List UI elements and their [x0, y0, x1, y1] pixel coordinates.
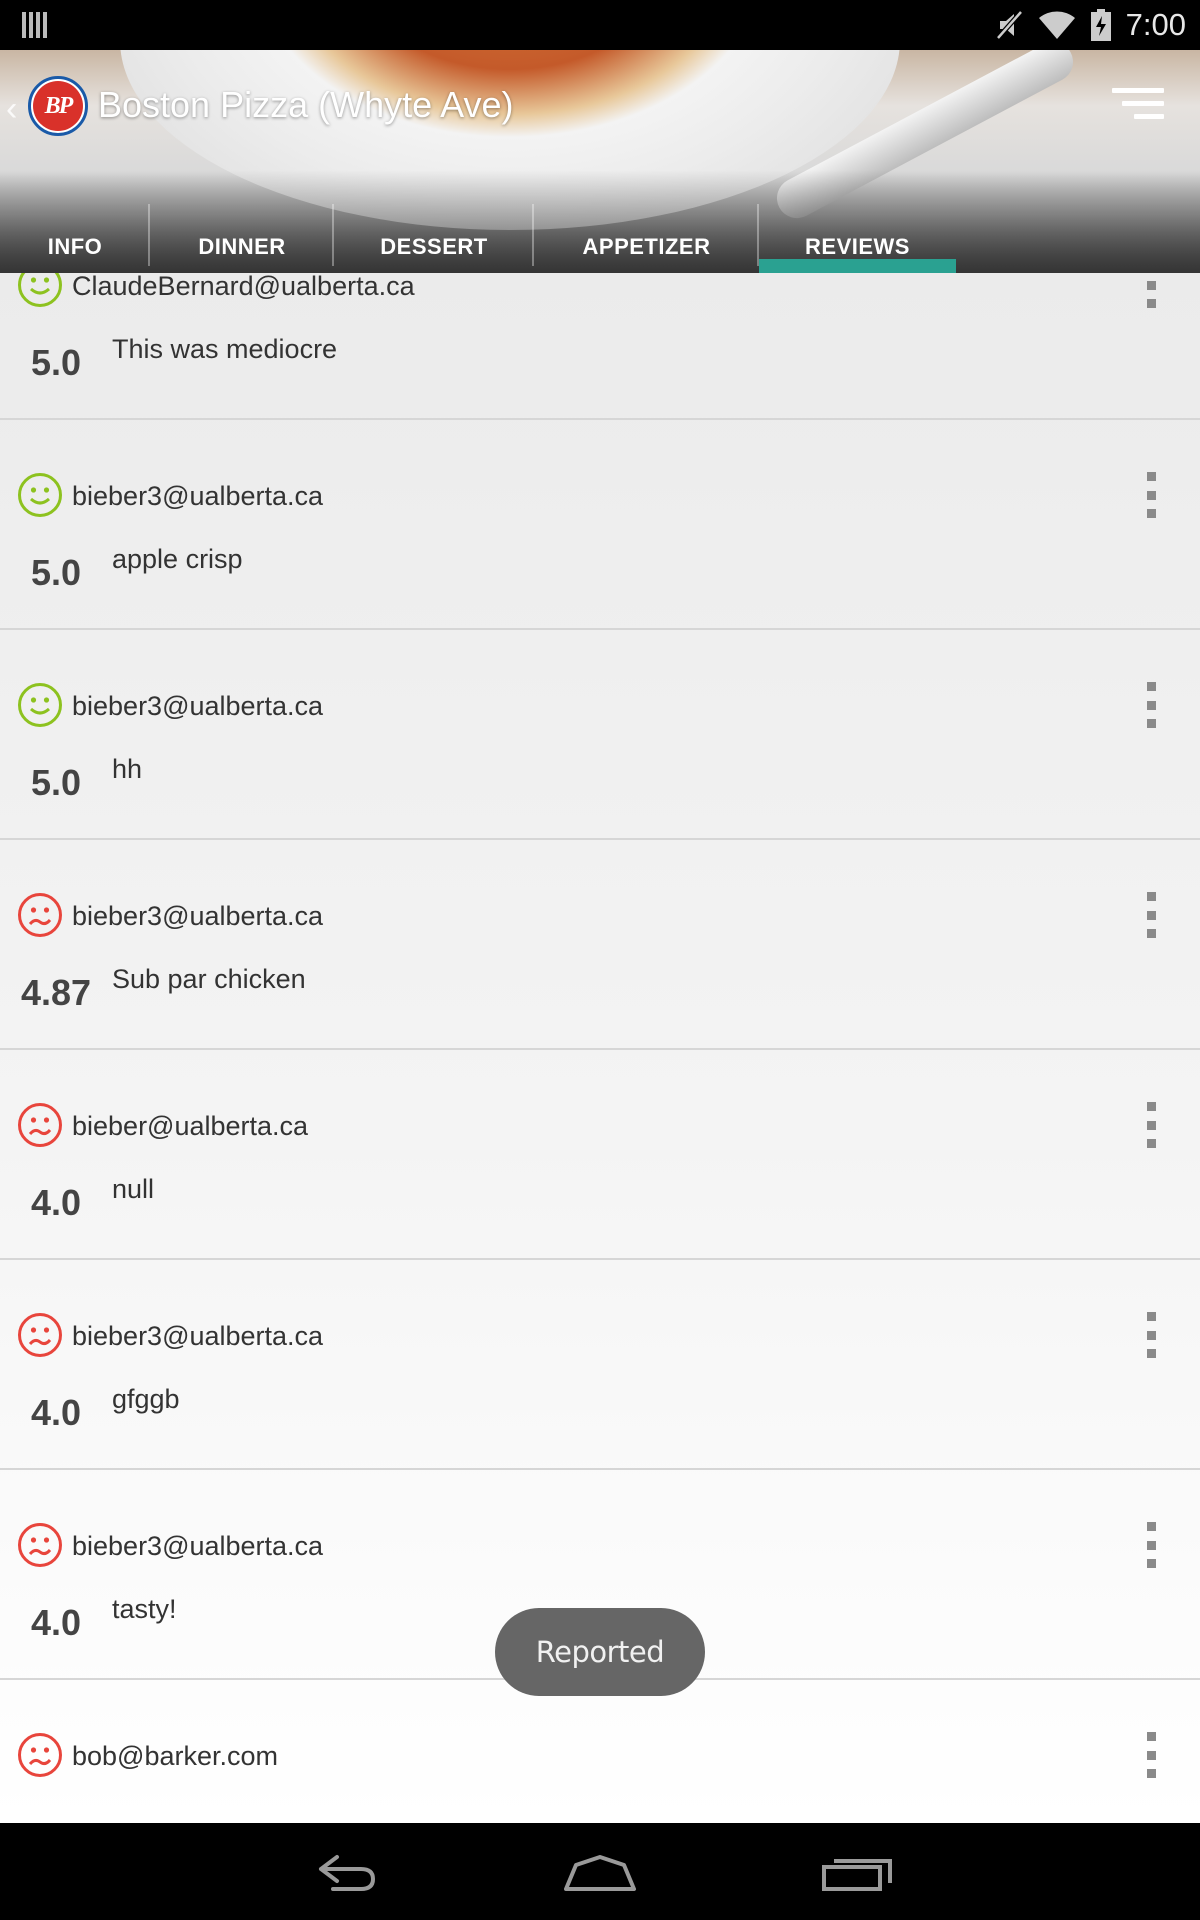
clock: 7:00	[1125, 7, 1186, 42]
overflow-menu-icon[interactable]	[1144, 1522, 1158, 1568]
review-comment: tasty!	[112, 1594, 177, 1624]
sort-menu-icon[interactable]	[1112, 88, 1164, 124]
reviews-list[interactable]: ClaudeBernard@ualberta.ca 5.0 This was m…	[0, 273, 1200, 1823]
wifi-icon	[1038, 11, 1075, 40]
overflow-menu-icon[interactable]	[1144, 892, 1158, 938]
review-comment: apple crisp	[112, 544, 243, 574]
tab-bar: INFO DINNER DESSERT APPETIZER REVIEWS	[0, 204, 1200, 273]
sad-face-icon	[17, 1312, 63, 1358]
overflow-menu-icon[interactable]	[1144, 1102, 1158, 1148]
back-icon[interactable]	[303, 1837, 383, 1907]
review-rating: 5.0	[30, 762, 82, 803]
tab-dessert[interactable]: DESSERT	[334, 204, 534, 273]
review-email: bieber3@ualberta.ca	[72, 1531, 324, 1561]
active-tab-indicator	[759, 259, 956, 273]
barcode-icon	[22, 12, 48, 38]
tab-info[interactable]: INFO	[0, 204, 150, 273]
happy-face-icon	[17, 682, 63, 728]
review-rating: 4.0	[30, 1392, 82, 1433]
page-title: Boston Pizza (Whyte Ave)	[98, 84, 514, 125]
review-item[interactable]: ClaudeBernard@ualberta.ca 5.0 This was m…	[0, 273, 1200, 420]
recents-icon[interactable]	[818, 1837, 898, 1907]
sad-face-icon	[17, 892, 63, 938]
review-comment: hh	[112, 754, 143, 784]
tab-label: DINNER	[198, 233, 286, 259]
logo-text: BP	[33, 81, 83, 131]
back-chevron-icon[interactable]: ‹	[6, 90, 17, 129]
tab-label: INFO	[47, 233, 103, 259]
mute-icon	[995, 10, 1023, 40]
home-icon[interactable]	[560, 1837, 640, 1907]
review-comment: null	[112, 1174, 155, 1204]
review-rating: 5.0	[30, 342, 82, 383]
review-email: bob@barker.com	[72, 1741, 279, 1771]
review-item[interactable]: bieber@ualberta.ca 4.0 null	[0, 1050, 1200, 1260]
review-item[interactable]: bieber3@ualberta.ca 4.0 gfggb	[0, 1260, 1200, 1470]
restaurant-header: ‹ BP Boston Pizza (Whyte Ave) INFO DINNE…	[0, 50, 1200, 273]
happy-face-icon	[17, 273, 63, 308]
battery-charging-icon	[1090, 9, 1111, 41]
overflow-menu-icon[interactable]	[1144, 472, 1158, 518]
review-rating: 4.0	[30, 1602, 82, 1643]
tab-dinner[interactable]: DINNER	[150, 204, 334, 273]
tab-label: DESSERT	[380, 233, 488, 259]
overflow-menu-icon[interactable]	[1144, 273, 1158, 308]
review-email: bieber3@ualberta.ca	[72, 691, 324, 721]
review-rating: 5.0	[30, 552, 82, 593]
overflow-menu-icon[interactable]	[1144, 1312, 1158, 1358]
sad-face-icon	[17, 1102, 63, 1148]
review-item[interactable]: bieber3@ualberta.ca 5.0 apple crisp	[0, 420, 1200, 630]
system-nav-bar	[0, 1823, 1200, 1920]
review-item[interactable]: bieber3@ualberta.ca 5.0 hh	[0, 630, 1200, 840]
review-comment: Sub par chicken	[112, 964, 306, 994]
boston-pizza-logo[interactable]: BP	[28, 76, 88, 136]
happy-face-icon	[17, 472, 63, 518]
review-email: bieber@ualberta.ca	[72, 1111, 309, 1141]
review-rating: 4.0	[30, 1182, 82, 1223]
review-rating: 4.87	[20, 972, 92, 1013]
review-email: ClaudeBernard@ualberta.ca	[72, 273, 415, 301]
review-email: bieber3@ualberta.ca	[72, 1321, 324, 1351]
review-email: bieber3@ualberta.ca	[72, 481, 324, 511]
toast-message: Reported	[495, 1608, 705, 1696]
tab-appetizer[interactable]: APPETIZER	[534, 204, 759, 273]
review-item[interactable]: bieber3@ualberta.ca 4.87 Sub par chicken	[0, 840, 1200, 1050]
review-comment: gfggb	[112, 1384, 180, 1414]
sad-face-icon	[17, 1522, 63, 1568]
tab-reviews[interactable]: REVIEWS	[759, 220, 956, 273]
review-comment: This was mediocre	[112, 334, 338, 364]
overflow-menu-icon[interactable]	[1144, 1732, 1158, 1778]
status-bar: 7:00	[0, 0, 1200, 50]
review-item[interactable]: bob@barker.com	[0, 1680, 1200, 1823]
overflow-menu-icon[interactable]	[1144, 682, 1158, 728]
review-email: bieber3@ualberta.ca	[72, 901, 324, 931]
tab-label: REVIEWS	[805, 233, 910, 259]
sad-face-icon	[17, 1732, 63, 1778]
tab-label: APPETIZER	[582, 233, 711, 259]
